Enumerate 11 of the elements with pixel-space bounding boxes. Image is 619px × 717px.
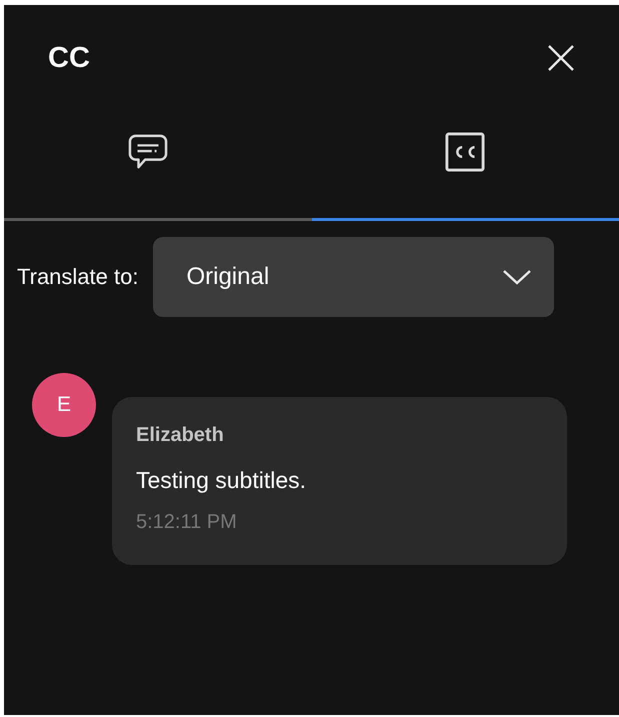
panel-title: CC	[48, 42, 90, 74]
message-text: Testing subtitles.	[136, 467, 308, 494]
cc-icon	[445, 132, 486, 172]
avatar: E	[32, 373, 96, 437]
chat-bubble-icon	[128, 132, 168, 170]
language-dropdown[interactable]: Original	[153, 237, 554, 317]
message-time: 5:12:11 PM	[136, 511, 238, 534]
chevron-down-icon	[502, 269, 532, 285]
translate-label: Translate to:	[17, 264, 138, 290]
close-icon[interactable]	[547, 44, 575, 72]
sender-name: Elizabeth	[136, 424, 225, 447]
